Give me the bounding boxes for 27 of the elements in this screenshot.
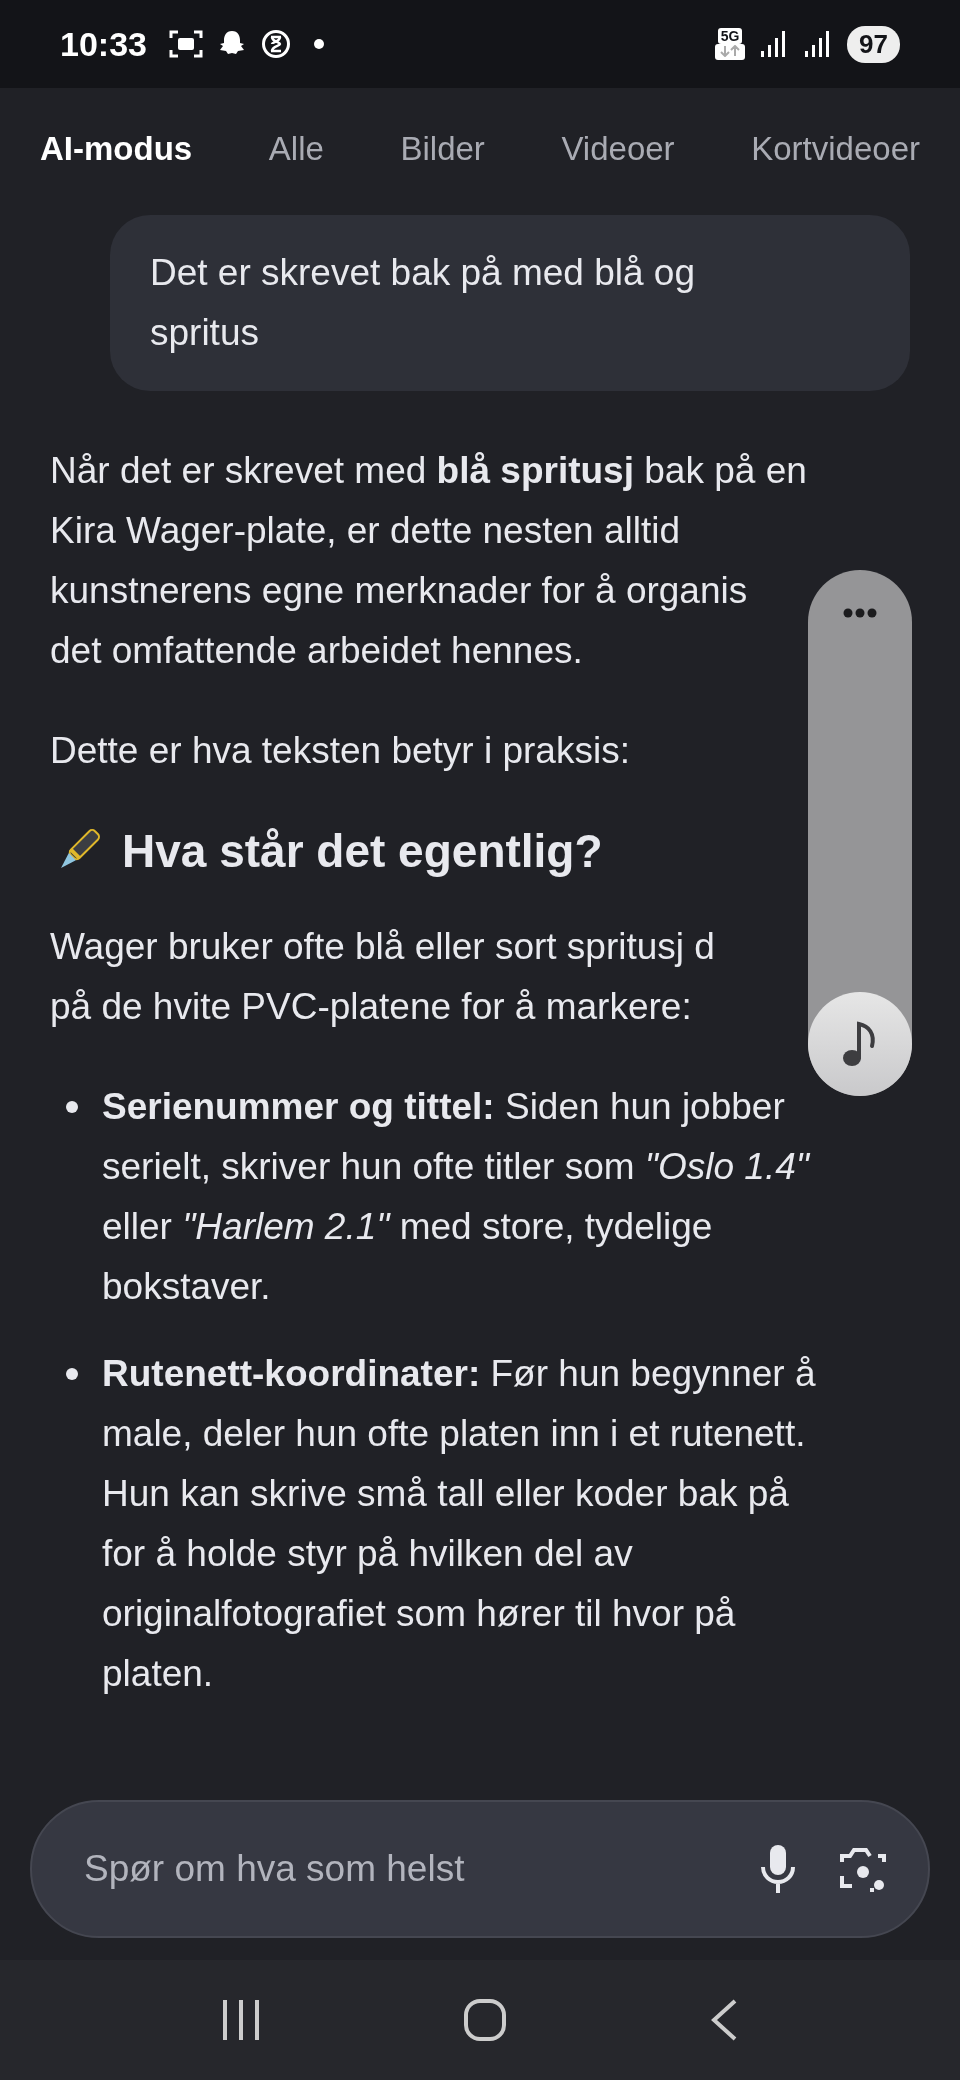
recent-apps-icon[interactable] — [221, 1998, 261, 2042]
more-icon[interactable] — [843, 608, 877, 618]
tab[interactable]: Bilder — [400, 120, 485, 178]
tab[interactable]: Videoer — [561, 120, 675, 178]
hourglass-icon — [260, 29, 291, 59]
answer-paragraph: Dette er hva teksten betyr i praksis: — [50, 729, 630, 773]
back-icon[interactable] — [709, 1998, 739, 2042]
microphone-icon[interactable] — [758, 1843, 798, 1895]
bullet-icon — [66, 1368, 78, 1380]
network-indicator: 5G — [715, 28, 746, 60]
music-note-icon — [842, 1021, 878, 1067]
search-field[interactable]: Spør om hva som helst — [82, 1847, 718, 1891]
tab[interactable]: Alle — [268, 120, 324, 178]
tab[interactable]: Kortvideoer — [751, 120, 920, 178]
clock: 10:33 — [60, 24, 147, 64]
answer-paragraph: Når det er skrevet med blå spritusj bak på en Kira Wager-plate, er dette nesten alltid kunstnerens egne merknader for å organis det omfattende arbeidet hennes. — [50, 449, 807, 673]
bullet-text: Serienummer og tittel: Siden hun jobber serielt, skriver hun ofte titler som "Oslo 1.4" eller "Harlem 2.1" med store, tydelige bokstaver. — [102, 1085, 809, 1309]
bullet-text: Rutenett-koordinater: Før hun begynner å male, deler hun ofte platen inn i et rutenett. Hun kan skrive små tall eller koder bak på for å holde styr på hvilken del av originalfotografiet som hører til hvor på platen. — [102, 1352, 816, 1696]
bullet-icon — [66, 1101, 78, 1113]
home-icon[interactable] — [463, 1998, 507, 2042]
section-heading: Hva står det egentlig? — [122, 824, 603, 878]
screenshot-icon — [168, 29, 203, 59]
answer-paragraph: Wager bruker ofte blå eller sort spritusj d på de hvite PVC-platene for å markere: — [50, 925, 715, 1029]
tab[interactable]: AI-modus — [40, 120, 193, 178]
user-message: Det er skrevet bak på med blå og spritus — [110, 215, 910, 391]
notification-dot-icon — [312, 38, 325, 50]
battery-level: 97 — [847, 25, 900, 63]
